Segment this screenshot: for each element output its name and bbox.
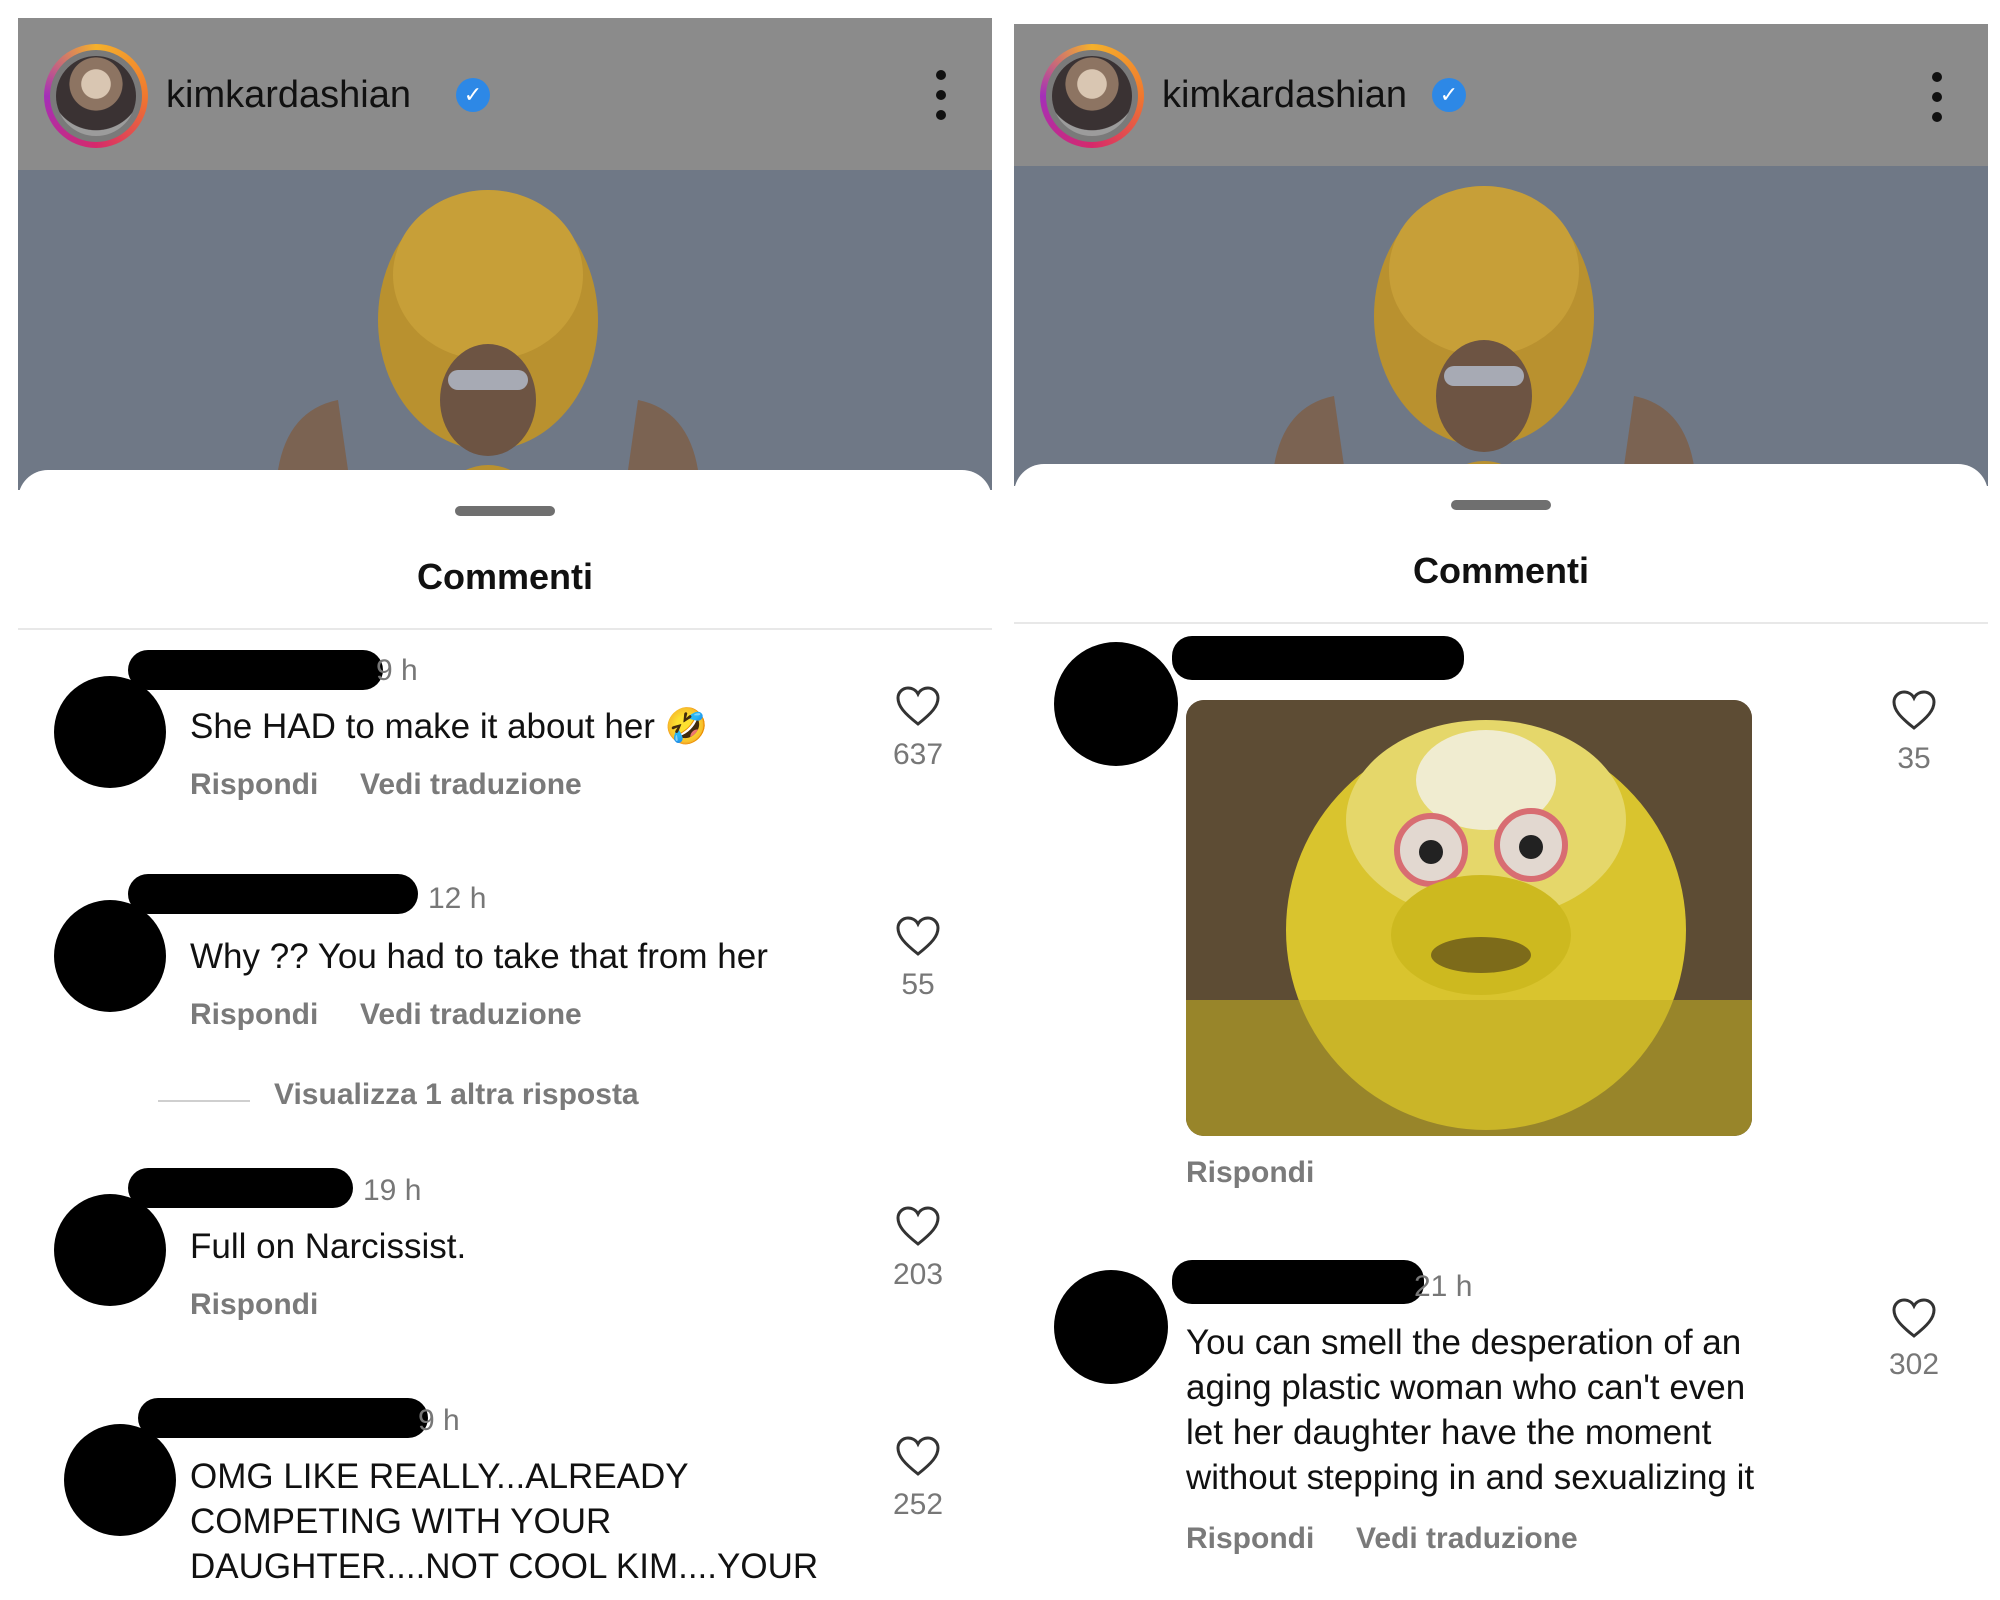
heart-icon[interactable] xyxy=(894,684,942,728)
commenter-avatar[interactable] xyxy=(64,1424,176,1536)
comment-time: 9 h xyxy=(376,654,418,687)
comment-text-line: COMPETING WITH YOUR xyxy=(190,1502,612,1541)
commenter-avatar[interactable] xyxy=(54,676,166,788)
redacted-username xyxy=(138,1398,428,1438)
redacted-username xyxy=(128,1168,353,1208)
heart-icon[interactable] xyxy=(894,914,942,958)
comment-text-line: OMG LIKE REALLY...ALREADY xyxy=(190,1457,689,1496)
redacted-username xyxy=(1172,636,1464,680)
reply-button[interactable]: Rispondi xyxy=(190,998,318,1032)
like-count: 35 xyxy=(1897,742,1931,775)
like-count: 55 xyxy=(901,968,935,1001)
post-header: kimkardashian ✓ xyxy=(1014,24,1988,166)
heart-icon[interactable] xyxy=(894,1434,942,1478)
comment-text: Why ?? You had to take that from her xyxy=(190,937,768,976)
reply-button[interactable]: Rispondi xyxy=(190,768,318,802)
reply-button[interactable]: Rispondi xyxy=(1186,1522,1314,1556)
comments-sheet: Commenti Rispondi 35 21 h You can smell … xyxy=(1014,464,1988,1594)
sheet-grabber[interactable] xyxy=(455,506,555,516)
kebab-icon[interactable] xyxy=(936,70,948,122)
thread-line xyxy=(158,1100,250,1102)
translate-button[interactable]: Vedi traduzione xyxy=(1356,1522,1578,1556)
profile-avatar[interactable] xyxy=(44,44,148,148)
username[interactable]: kimkardashian xyxy=(1162,74,1407,117)
profile-avatar[interactable] xyxy=(1040,44,1144,148)
heart-icon[interactable] xyxy=(1890,688,1938,732)
commenter-avatar[interactable] xyxy=(1054,642,1178,766)
reply-button[interactable]: Rispondi xyxy=(190,1288,318,1322)
kebab-icon[interactable] xyxy=(1932,72,1944,124)
left-screenshot: kimkardashian ✓ Commenti 9 h She HAD to … xyxy=(18,0,992,1600)
verified-badge-icon: ✓ xyxy=(456,78,490,112)
redacted-username xyxy=(1172,1260,1424,1304)
heart-icon[interactable] xyxy=(894,1204,942,1248)
post-image xyxy=(18,170,992,490)
post-header: kimkardashian ✓ xyxy=(18,18,992,170)
heart-icon[interactable] xyxy=(1890,1296,1938,1340)
comment-text-line: aging plastic woman who can't even xyxy=(1186,1368,1746,1407)
post-image xyxy=(1014,166,1988,486)
sheet-grabber[interactable] xyxy=(1451,500,1551,510)
like-count: 203 xyxy=(892,1258,944,1291)
redacted-username xyxy=(128,650,383,690)
comment-text-line: let her daughter have the moment xyxy=(1186,1413,1712,1452)
like-count: 637 xyxy=(892,738,944,771)
commenter-avatar[interactable] xyxy=(54,1194,166,1306)
comment-text-line: without stepping in and sexualizing it xyxy=(1186,1458,1755,1497)
username[interactable]: kimkardashian xyxy=(166,74,411,117)
comment-time: 21 h xyxy=(1414,1270,1473,1303)
sheet-title: Commenti xyxy=(1412,550,1589,591)
comment-text: She HAD to make it about her 🤣 xyxy=(190,707,709,746)
commenter-avatar[interactable] xyxy=(1054,1270,1168,1384)
like-count: 252 xyxy=(892,1488,944,1521)
comment-time: 12 h xyxy=(428,882,487,915)
right-screenshot: kimkardashian ✓ Commenti Rispondi 35 21 … xyxy=(1014,0,1988,1600)
translate-button[interactable]: Vedi traduzione xyxy=(360,768,582,802)
comment-text-line: DAUGHTER....NOT COOL KIM....YOUR xyxy=(190,1547,819,1586)
like-count: 302 xyxy=(1888,1348,1940,1381)
verified-badge-icon: ✓ xyxy=(1432,78,1466,112)
comment-text: Full on Narcissist. xyxy=(190,1227,467,1266)
view-more-replies-button[interactable]: Visualizza 1 altra risposta xyxy=(274,1078,639,1112)
comment-text-line: You can smell the desperation of an xyxy=(1186,1323,1742,1362)
comment-time: 9 h xyxy=(418,1404,460,1437)
translate-button[interactable]: Vedi traduzione xyxy=(360,998,582,1032)
comment-time: 19 h xyxy=(363,1174,422,1207)
comments-sheet: Commenti 9 h She HAD to make it about he… xyxy=(18,470,992,1600)
commenter-avatar[interactable] xyxy=(54,900,166,1012)
big-bird-gif[interactable] xyxy=(1186,700,1752,1136)
divider xyxy=(18,628,992,630)
sheet-title: Commenti xyxy=(416,556,593,597)
divider xyxy=(1014,622,1988,624)
redacted-username xyxy=(128,874,418,914)
reply-button[interactable]: Rispondi xyxy=(1186,1156,1314,1190)
